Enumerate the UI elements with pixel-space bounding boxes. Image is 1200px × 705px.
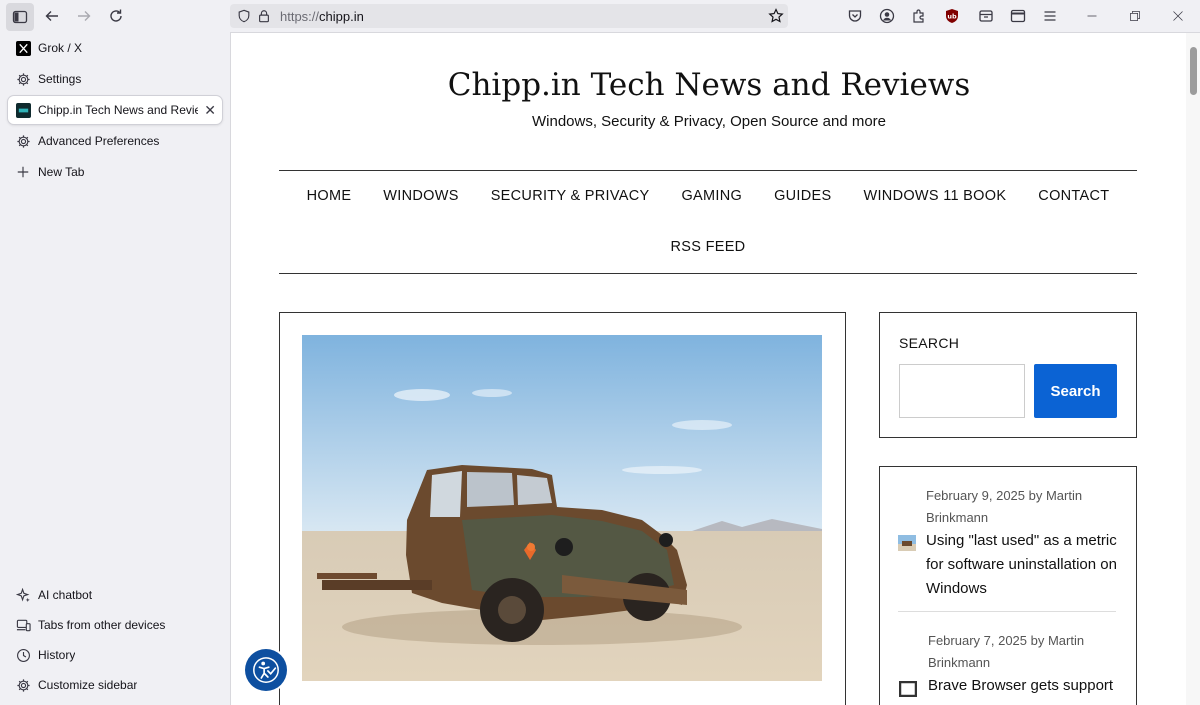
restore-icon [1130, 11, 1140, 21]
new-tab-label: New Tab [38, 165, 85, 179]
arrow-left-icon [45, 11, 58, 21]
recent-post-title[interactable]: Brave Browser gets support [928, 674, 1120, 698]
vertical-tabs-sidebar: Grok / X Settings Chipp.in Tech News and… [0, 32, 230, 705]
url-protocol: https:// [280, 8, 320, 24]
recent-post-title[interactable]: Using "last used" as a metric for softwa… [926, 529, 1118, 601]
site-tagline: Windows, Security & Privacy, Open Source… [531, 113, 887, 130]
x-logo-icon [15, 40, 31, 56]
sidebar-toggle-button[interactable] [6, 3, 34, 31]
nav-gaming[interactable]: GAMING [681, 188, 742, 204]
tool-label: Tabs from other devices [38, 618, 166, 632]
hamburger-icon [1044, 11, 1056, 21]
tool-label: Customize sidebar [38, 678, 138, 692]
tab-chipp-active[interactable]: Chipp.in Tech News and Reviews ✕ [8, 96, 222, 124]
recent-post-meta: February 9, 2025 by Martin Brinkmann [926, 488, 1083, 525]
gear-icon [15, 677, 31, 693]
pocket-button[interactable] [841, 2, 869, 30]
recent-posts-widget: February 9, 2025 by Martin Brinkmann Usi… [879, 466, 1137, 705]
main-nav-row2: RSS FEED [279, 239, 1137, 255]
back-button[interactable] [38, 2, 66, 30]
nav-contact[interactable]: CONTACT [1038, 188, 1109, 204]
recent-post-meta: February 7, 2025 by Martin Brinkmann [928, 633, 1085, 670]
tab-label: Chipp.in Tech News and Reviews [38, 103, 198, 117]
plus-icon [15, 164, 31, 180]
site-title[interactable]: Chipp.in Tech News and Reviews [231, 67, 1187, 103]
accessibility-icon [253, 657, 279, 683]
sidebar-tool-synced-tabs[interactable]: Tabs from other devices [8, 611, 222, 639]
close-window-button[interactable] [1156, 2, 1200, 30]
bookmark-star-icon[interactable] [768, 8, 784, 29]
devices-icon [15, 617, 31, 633]
archive-icon [979, 10, 993, 22]
clock-icon [15, 647, 31, 663]
pocket-icon [848, 10, 862, 22]
browser-toolbar: https://chipp.in ub [0, 0, 1200, 32]
account-button[interactable] [873, 2, 901, 30]
nav-windows[interactable]: WINDOWS [383, 188, 458, 204]
new-tab-button[interactable]: New Tab [8, 158, 222, 186]
puzzle-icon [913, 9, 924, 23]
ublock-icon: ub [946, 9, 958, 23]
tab-label: Advanced Preferences [38, 134, 160, 148]
tool-label: History [38, 648, 76, 662]
minimize-button[interactable] [1070, 2, 1114, 30]
ublock-button[interactable]: ub [938, 2, 966, 30]
nav-security-privacy[interactable]: SECURITY & PRIVACY [491, 188, 650, 204]
reload-button[interactable] [102, 2, 130, 30]
tab-label: Grok / X [38, 41, 83, 55]
nav-windows-11-book[interactable]: WINDOWS 11 BOOK [863, 188, 1006, 204]
svg-text:ub: ub [947, 13, 957, 21]
tool-label: AI chatbot [38, 588, 93, 602]
nav-guides[interactable]: GUIDES [774, 188, 831, 204]
tab-label: Settings [38, 72, 82, 86]
featured-post [279, 312, 846, 705]
account-icon [879, 8, 895, 24]
search-label: SEARCH [899, 335, 960, 351]
sidebar-tool-customize[interactable]: Customize sidebar [8, 671, 222, 699]
url-bar[interactable]: https://chipp.in [230, 4, 788, 28]
recent-post-separator [898, 611, 1116, 612]
nav-rss-feed[interactable]: RSS FEED [671, 239, 746, 255]
close-icon [1173, 11, 1183, 21]
nav-home[interactable]: HOME [307, 188, 352, 204]
window-icon [1010, 9, 1026, 23]
page-scrollbar[interactable] [1186, 33, 1200, 705]
tab-settings[interactable]: Settings [8, 65, 222, 93]
recent-post-thumbnail[interactable] [898, 535, 916, 551]
lock-icon[interactable] [256, 8, 272, 24]
accessibility-button[interactable] [245, 649, 287, 691]
reload-icon [110, 9, 122, 22]
tab-advanced-preferences[interactable]: Advanced Preferences [8, 127, 222, 155]
url-text[interactable]: https://chipp.in [280, 9, 364, 24]
tab-grok[interactable]: Grok / X [8, 34, 222, 62]
restore-button[interactable] [1113, 2, 1157, 30]
forward-button[interactable] [70, 2, 98, 30]
extensions-button[interactable] [905, 2, 933, 30]
close-tab-icon[interactable]: ✕ [204, 102, 216, 119]
shield-icon[interactable] [236, 8, 252, 24]
window-button[interactable] [1004, 2, 1032, 30]
arrow-right-icon [78, 11, 91, 21]
search-input[interactable] [899, 364, 1025, 418]
gear-icon [15, 71, 31, 87]
menu-button[interactable] [1036, 2, 1064, 30]
gear-icon [15, 133, 31, 149]
web-content: Chipp.in Tech News and Reviews Windows, … [230, 32, 1200, 705]
search-button[interactable]: Search [1034, 364, 1117, 418]
search-widget: SEARCH Search [879, 312, 1137, 438]
scrollbar-thumb[interactable] [1190, 47, 1197, 95]
url-host: chipp.in [319, 8, 364, 24]
sidebar-tool-ai-chatbot[interactable]: AI chatbot [8, 581, 222, 609]
nav-divider-bottom [279, 273, 1137, 274]
main-nav: HOME WINDOWS SECURITY & PRIVACY GAMING G… [279, 188, 1137, 204]
tab-manager-button[interactable] [972, 2, 1000, 30]
featured-post-image[interactable] [302, 335, 822, 681]
sidebar-icon [12, 10, 28, 24]
recent-post-thumbnail[interactable] [898, 680, 918, 698]
sparkle-icon [15, 587, 31, 603]
sidebar-tool-history[interactable]: History [8, 641, 222, 669]
chipp-favicon-icon [15, 102, 31, 118]
nav-divider-top [279, 170, 1137, 171]
minimize-icon [1087, 15, 1097, 17]
